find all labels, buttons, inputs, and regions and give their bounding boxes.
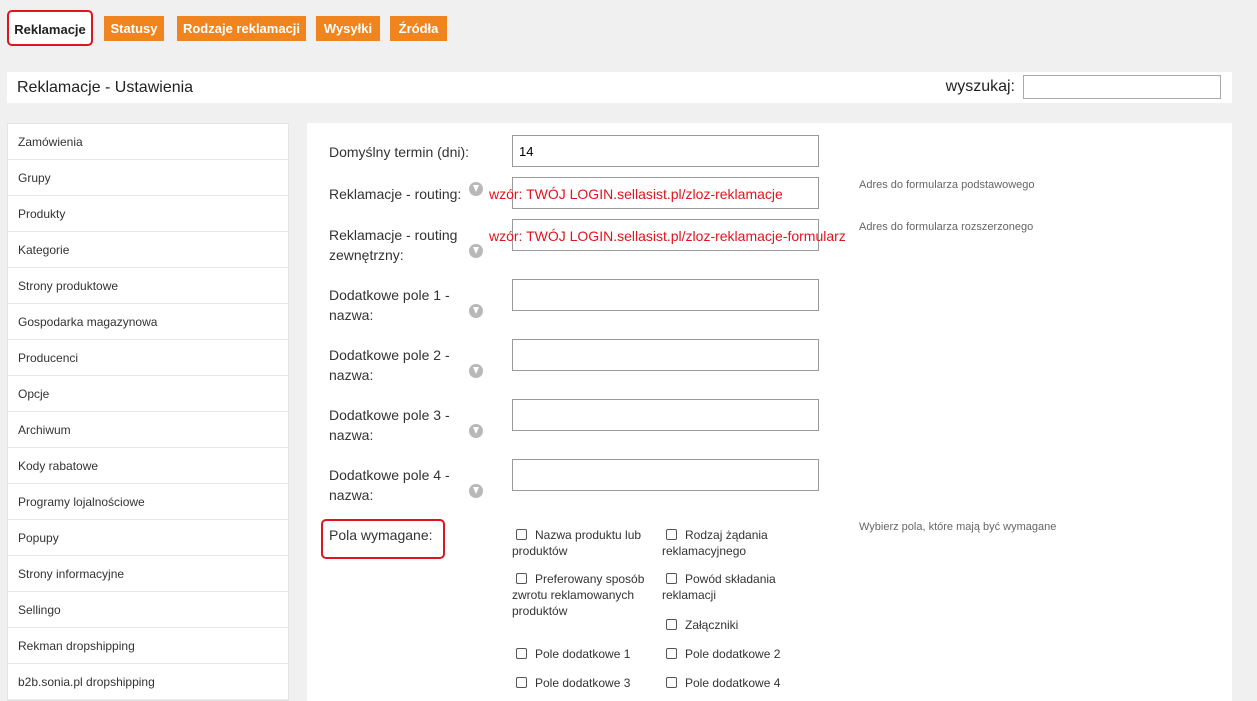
- sidebar-item-zamowienia[interactable]: Zamówienia: [8, 124, 288, 160]
- sidebar-item-rekman-dropshipping[interactable]: Rekman dropshipping: [8, 628, 288, 664]
- search-label: wyszukaj:: [945, 78, 1015, 95]
- sidebar-item-strony-informacyjne[interactable]: Strony informacyjne: [8, 556, 288, 592]
- sidebar-item-produkty[interactable]: Produkty: [8, 196, 288, 232]
- help-icon[interactable]: [469, 364, 483, 378]
- help-icon[interactable]: [469, 182, 483, 196]
- routing-ext-label-line1: Reklamacje - routing: [329, 227, 458, 243]
- required-extra4-checkbox[interactable]: Pole dodatkowe 4: [666, 675, 780, 691]
- extra-field-1-label-line2: nazwa:: [329, 307, 374, 323]
- extra-field-2-input[interactable]: [512, 339, 819, 371]
- routing-pattern-note: wzór: TWÓJ LOGIN.sellasist.pl/zloz-rekla…: [489, 186, 783, 202]
- checkbox-box[interactable]: [516, 573, 527, 584]
- sidebar-item-sellingo[interactable]: Sellingo: [8, 592, 288, 628]
- sidebar-item-grupy[interactable]: Grupy: [8, 160, 288, 196]
- routing-ext-pattern-note: wzór: TWÓJ LOGIN.sellasist.pl/zloz-rekla…: [489, 228, 846, 244]
- extra-field-3-label-line2: nazwa:: [329, 427, 374, 443]
- checkbox-box[interactable]: [516, 648, 527, 659]
- checkbox-box[interactable]: [666, 677, 677, 688]
- help-icon[interactable]: [469, 484, 483, 498]
- sidebar-item-popupy[interactable]: Popupy: [8, 520, 288, 556]
- checkbox-box[interactable]: [666, 529, 677, 540]
- required-attachments-checkbox[interactable]: Załączniki: [666, 617, 738, 633]
- sidebar: Zamówienia Grupy Produkty Kategorie Stro…: [7, 123, 289, 701]
- help-icon[interactable]: [469, 244, 483, 258]
- routing-ext-label-line2: zewnętrzny:: [329, 247, 404, 263]
- required-request-type-checkbox[interactable]: Rodzaj żądania reklamacyjnego: [662, 527, 768, 559]
- required-fields-label: Pola wymagane:: [329, 527, 433, 543]
- extra-field-3-input[interactable]: [512, 399, 819, 431]
- extra-field-1-input[interactable]: [512, 279, 819, 311]
- sidebar-item-producenci[interactable]: Producenci: [8, 340, 288, 376]
- page-title: Reklamacje - Ustawienia: [17, 79, 194, 96]
- sidebar-item-programy-lojalnosciowe[interactable]: Programy lojalnościowe: [8, 484, 288, 520]
- help-icon[interactable]: [469, 424, 483, 438]
- required-return-method-checkbox[interactable]: Preferowany sposób zwrotu reklamowanych …: [512, 571, 644, 619]
- extra-field-4-input[interactable]: [512, 459, 819, 491]
- checkbox-box[interactable]: [666, 648, 677, 659]
- default-term-label: Domyślny termin (dni):: [329, 144, 470, 160]
- required-fields-hint: Wybierz pola, które mają być wymagane: [859, 521, 1057, 533]
- sidebar-item-strony-produktowe[interactable]: Strony produktowe: [8, 268, 288, 304]
- routing-ext-hint: Adres do formularza rozszerzonego: [859, 221, 1034, 233]
- routing-hint: Adres do formularza podstawowego: [859, 179, 1035, 191]
- required-extra3-checkbox[interactable]: Pole dodatkowe 3: [516, 675, 630, 691]
- sidebar-item-kategorie[interactable]: Kategorie: [8, 232, 288, 268]
- extra-field-3-label-line1: Dodatkowe pole 3 -: [329, 407, 450, 423]
- routing-label: Reklamacje - routing:: [329, 186, 462, 202]
- checkbox-box[interactable]: [516, 677, 527, 688]
- checkbox-box[interactable]: [516, 529, 527, 540]
- tab-wysylki[interactable]: Wysyłki: [316, 16, 380, 41]
- sidebar-item-gospodarka-magazynowa[interactable]: Gospodarka magazynowa: [8, 304, 288, 340]
- tab-zrodla[interactable]: Źródła: [390, 16, 447, 41]
- extra-field-2-label-line1: Dodatkowe pole 2 -: [329, 347, 450, 363]
- required-reason-checkbox[interactable]: Powód składania reklamacji: [662, 571, 776, 603]
- sidebar-item-archiwum[interactable]: Archiwum: [8, 412, 288, 448]
- extra-field-2-label-line2: nazwa:: [329, 367, 374, 383]
- tab-reklamacje[interactable]: Reklamacje: [7, 10, 93, 46]
- extra-field-4-label-line2: nazwa:: [329, 487, 374, 503]
- page-header: Reklamacje - Ustawienia wyszukaj:: [7, 72, 1232, 103]
- sidebar-item-kody-rabatowe[interactable]: Kody rabatowe: [8, 448, 288, 484]
- extra-field-4-label-line1: Dodatkowe pole 4 -: [329, 467, 450, 483]
- checkbox-box[interactable]: [666, 619, 677, 630]
- default-term-input[interactable]: [512, 135, 819, 167]
- tab-rodzaje-reklamacji[interactable]: Rodzaje reklamacji: [177, 16, 306, 41]
- search-input[interactable]: [1023, 75, 1221, 99]
- extra-field-1-label-line1: Dodatkowe pole 1 -: [329, 287, 450, 303]
- required-extra1-checkbox[interactable]: Pole dodatkowe 1: [516, 646, 630, 662]
- sidebar-item-opcje[interactable]: Opcje: [8, 376, 288, 412]
- tab-statusy[interactable]: Statusy: [104, 16, 164, 41]
- required-product-name-checkbox[interactable]: Nazwa produktu lub produktów: [512, 527, 641, 559]
- help-icon[interactable]: [469, 304, 483, 318]
- sidebar-item-b2b-dropshipping[interactable]: b2b.sonia.pl dropshipping: [8, 664, 288, 700]
- checkbox-box[interactable]: [666, 573, 677, 584]
- required-extra2-checkbox[interactable]: Pole dodatkowe 2: [666, 646, 780, 662]
- settings-form: Domyślny termin (dni): Reklamacje - rout…: [307, 123, 1232, 701]
